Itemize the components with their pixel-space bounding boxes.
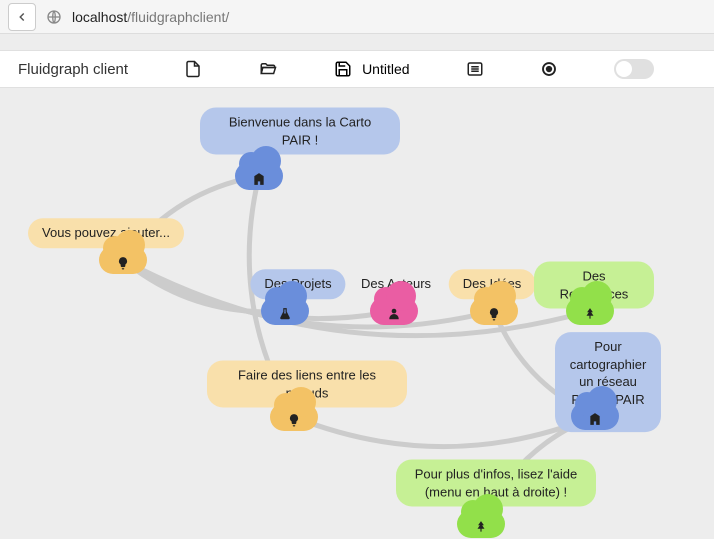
graph-node-ajouter-node[interactable]: [99, 246, 147, 274]
graph-node-ressources-node[interactable]: [566, 297, 614, 325]
app-title: Fluidgraph client: [18, 61, 128, 78]
building-icon: [252, 172, 266, 191]
bulb-icon: [487, 307, 501, 326]
folder-open-icon: [258, 60, 278, 78]
graph-node-carto-node[interactable]: [571, 402, 619, 430]
building-icon: [588, 412, 602, 431]
globe-icon: [46, 9, 62, 25]
graph-node-projets-node[interactable]: [261, 297, 309, 325]
url-input[interactable]: localhost/fluidgraphclient/: [72, 9, 706, 25]
graph-edge: [294, 416, 595, 447]
graph-node-liens-node[interactable]: [270, 403, 318, 431]
save-label: Untitled: [362, 61, 409, 77]
back-button[interactable]: [8, 3, 36, 31]
mode-toggle[interactable]: [614, 59, 654, 79]
tree-icon: [474, 520, 488, 539]
graph-label-bienvenue[interactable]: Bienvenue dans la Carto PAIR !: [200, 107, 400, 154]
list-view-button[interactable]: [466, 60, 484, 78]
bulb-icon: [116, 256, 130, 275]
open-button[interactable]: [258, 60, 278, 78]
tree-icon: [583, 307, 597, 326]
url-path: /fluidgraphclient/: [127, 9, 229, 25]
window-chrome-gap: [0, 34, 714, 50]
new-file-button[interactable]: [184, 60, 202, 78]
url-host: localhost: [72, 9, 127, 25]
target-button[interactable]: [540, 60, 558, 78]
flask-icon: [278, 307, 292, 326]
arrow-left-icon: [15, 10, 29, 24]
graph-node-idees-node[interactable]: [470, 297, 518, 325]
graph-canvas[interactable]: Bienvenue dans la Carto PAIR !Vous pouve…: [0, 88, 714, 535]
toolbar: Fluidgraph client Untitled: [0, 50, 714, 88]
graph-node-aide-node[interactable]: [457, 510, 505, 538]
file-icon: [184, 60, 202, 78]
target-icon: [540, 60, 558, 78]
save-button[interactable]: Untitled: [334, 60, 409, 78]
save-icon: [334, 60, 352, 78]
graph-node-bienvenue-node[interactable]: [235, 162, 283, 190]
person-icon: [387, 307, 401, 326]
list-icon: [466, 60, 484, 78]
bulb-icon: [287, 413, 301, 432]
address-bar: localhost/fluidgraphclient/: [0, 0, 714, 34]
graph-node-acteurs-node[interactable]: [370, 297, 418, 325]
